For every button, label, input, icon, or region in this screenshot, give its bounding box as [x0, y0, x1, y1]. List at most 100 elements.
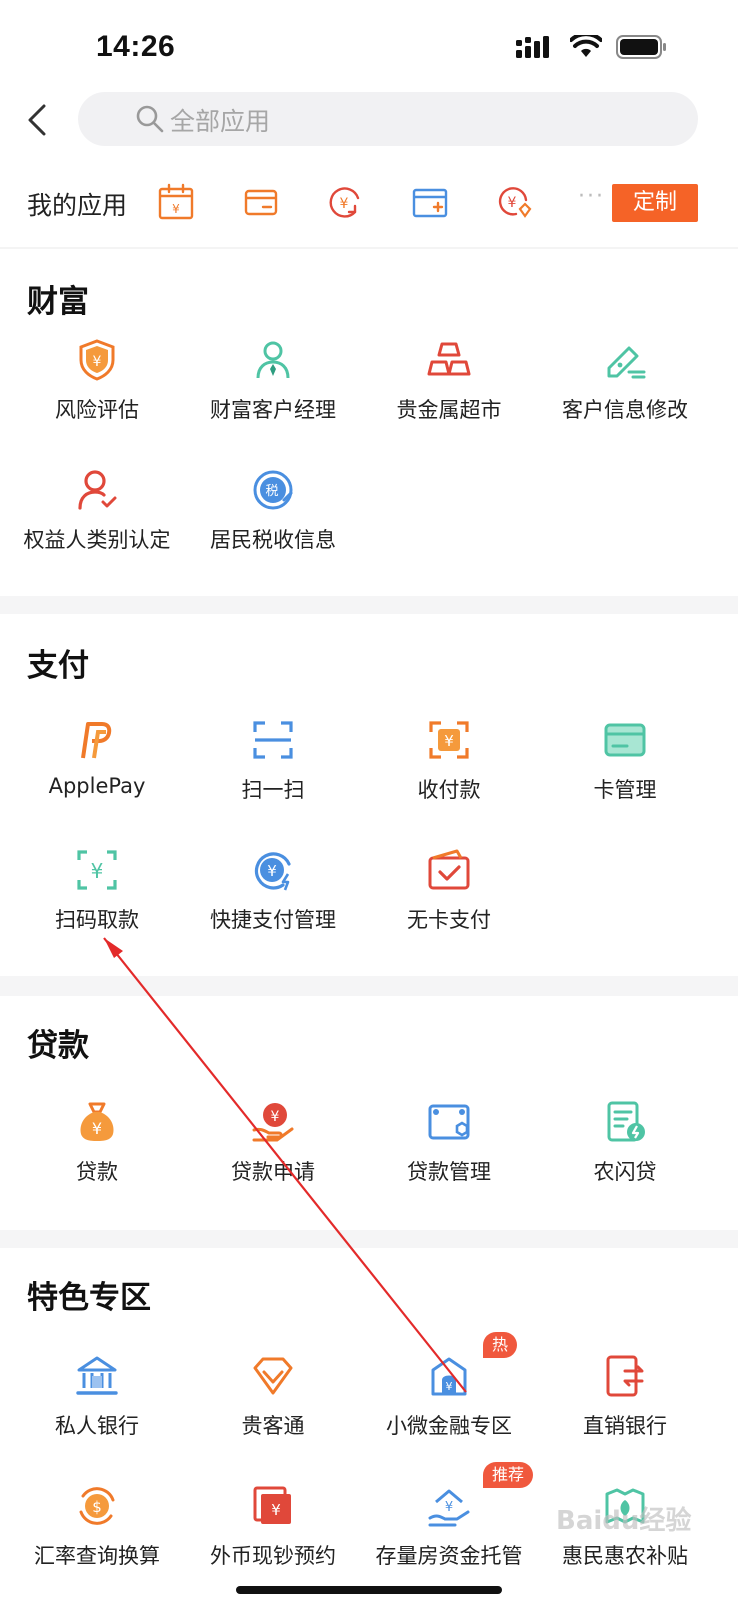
section-title: 财富 — [27, 284, 89, 320]
app-label: 居民税收信息 — [210, 528, 336, 552]
app-label: 汇率查询换算 — [34, 1544, 160, 1568]
card-icon[interactable] — [241, 182, 281, 222]
app-label: 财富客户经理 — [210, 398, 336, 422]
direct-bank-icon — [606, 1355, 644, 1397]
svg-text:¥: ¥ — [92, 1119, 102, 1138]
app-loan[interactable]: ¥ 贷款 — [9, 1100, 185, 1210]
svg-text:¥: ¥ — [446, 1380, 453, 1393]
app-label: 客户信息修改 — [562, 398, 688, 422]
quick-pay-icon: ¥ — [254, 852, 291, 891]
house-escrow-icon: ¥ — [428, 1489, 470, 1527]
app-forex-cash[interactable]: ¥ 外币现钞预约 — [185, 1484, 361, 1594]
app-loan-apply[interactable]: ¥ 贷款申请 — [185, 1100, 361, 1210]
cardless-pay-icon — [428, 849, 470, 890]
svg-text:¥: ¥ — [172, 202, 180, 216]
search-placeholder: 全部应用 — [170, 107, 271, 136]
app-scan[interactable]: 扫一扫 — [185, 718, 361, 828]
money-bag-icon: ¥ — [80, 1102, 114, 1141]
loan-manage-icon — [428, 1104, 470, 1140]
app-cardless-pay[interactable]: 无卡支付 — [361, 848, 537, 958]
app-vip-pass[interactable]: 贵客通 — [185, 1354, 361, 1464]
person-check-icon — [78, 470, 117, 510]
app-label: 贷款申请 — [231, 1160, 315, 1184]
scan-icon — [253, 721, 293, 759]
app-wealth-manager[interactable]: 财富客户经理 — [185, 338, 361, 448]
receive-pay-icon: ¥ — [429, 721, 469, 759]
app-label: 直销银行 — [583, 1414, 667, 1438]
section-title: 支付 — [27, 648, 89, 684]
app-label: 快捷支付管理 — [210, 908, 336, 932]
app-loan-manage[interactable]: 贷款管理 — [361, 1100, 537, 1210]
forex-cash-icon: ¥ — [253, 1486, 291, 1524]
svg-text:¥: ¥ — [508, 195, 517, 211]
app-tax-info[interactable]: 税 居民税收信息 — [185, 468, 361, 578]
svg-text:¥: ¥ — [444, 732, 454, 750]
app-customer-info-edit[interactable]: 客户信息修改 — [537, 338, 713, 448]
yen-tag-icon[interactable]: ¥ — [494, 182, 534, 222]
app-farm-loan[interactable]: 农闪贷 — [537, 1100, 713, 1210]
my-apps-row: 我的应用 ¥ ¥ ¥ ··· 定制 — [0, 178, 738, 230]
shield-yen-icon: ¥ — [79, 339, 115, 381]
status-icons — [516, 34, 668, 60]
app-risk-assessment[interactable]: ¥ 风险评估 — [9, 338, 185, 448]
back-button[interactable] — [20, 100, 56, 140]
signal-icon — [516, 36, 549, 58]
svg-text:¥: ¥ — [267, 862, 277, 880]
app-label: 外币现钞预约 — [210, 1544, 336, 1568]
edit-card-icon — [607, 346, 646, 379]
app-label: 贷款 — [76, 1160, 118, 1184]
section-title: 特色专区 — [27, 1280, 151, 1316]
micro-finance-icon: ¥ — [431, 1357, 467, 1396]
app-receive-pay[interactable]: ¥ 收付款 — [361, 718, 537, 828]
exchange-rate-icon: $ — [79, 1487, 115, 1525]
app-direct-bank[interactable]: 直销银行 — [537, 1354, 713, 1464]
status-time: 14:26 — [96, 30, 176, 63]
status-bar: 14:26 — [0, 0, 738, 88]
svg-text:¥: ¥ — [271, 1501, 281, 1519]
add-card-icon[interactable] — [410, 182, 450, 222]
svg-text:¥: ¥ — [91, 859, 104, 883]
chevron-left-icon — [28, 104, 46, 136]
svg-text:¥: ¥ — [445, 1500, 453, 1515]
app-label: 卡管理 — [593, 778, 657, 802]
search-row: 全部应用 — [0, 92, 738, 148]
gold-bars-icon — [427, 342, 471, 376]
app-card-management[interactable]: 卡管理 — [537, 718, 713, 828]
app-label: 私人银行 — [55, 1414, 139, 1438]
customize-button[interactable]: 定制 — [612, 184, 698, 222]
app-private-bank[interactable]: 私人银行 — [9, 1354, 185, 1464]
app-label: 存量房资金托管 — [375, 1544, 523, 1568]
app-beneficiary-category[interactable]: 权益人类别认定 — [9, 468, 185, 578]
home-indicator — [236, 1586, 502, 1594]
section-loan: 贷款 ¥ 贷款 ¥ 贷款申请 贷款管理 农闪贷 — [0, 996, 738, 1230]
app-micro-finance[interactable]: ¥ 热 小微金融专区 — [361, 1332, 537, 1464]
search-input[interactable]: 全部应用 — [78, 92, 698, 146]
more-icon[interactable]: ··· — [578, 184, 605, 209]
scan-yen-icon: ¥ — [77, 850, 117, 890]
bank-icon — [76, 1356, 118, 1395]
app-label: 惠民惠农补贴 — [562, 1544, 688, 1568]
app-label: 贵客通 — [241, 1414, 305, 1438]
divider — [0, 247, 738, 249]
card-icon — [604, 723, 646, 757]
app-precious-metals[interactable]: 贵金属超市 — [361, 338, 537, 448]
svg-text:¥: ¥ — [271, 1109, 280, 1125]
app-applepay[interactable]: ApplePay — [9, 718, 185, 828]
battery-icon — [616, 35, 666, 59]
app-label: 贷款管理 — [407, 1160, 491, 1184]
svg-text:$: $ — [92, 1498, 102, 1516]
app-exchange-rate[interactable]: $ 汇率查询换算 — [9, 1484, 185, 1594]
calendar-yen-icon[interactable]: ¥ — [156, 182, 196, 222]
app-label: 扫码取款 — [55, 908, 139, 932]
section-payment: 支付 ApplePay 扫一扫 ¥ 收付款 卡管理 ¥ 扫码取款 ¥ 快捷支付管… — [0, 614, 738, 976]
my-apps-label: 我的应用 — [27, 191, 128, 220]
app-quick-pay[interactable]: ¥ 快捷支付管理 — [185, 848, 361, 958]
app-label: 小微金融专区 — [386, 1414, 512, 1438]
app-house-escrow[interactable]: ¥ 推荐 存量房资金托管 — [361, 1462, 537, 1594]
transfer-yen-icon[interactable]: ¥ — [325, 182, 365, 222]
hot-badge: 热 — [483, 1332, 518, 1358]
app-label: 贵金属超市 — [396, 398, 502, 422]
manager-icon — [256, 341, 290, 379]
app-scan-withdraw[interactable]: ¥ 扫码取款 — [9, 848, 185, 958]
section-featured: 特色专区 私人银行 贵客通 ¥ 热 小微金融专区 直销银行 $ 汇率查询换算 ¥… — [0, 1248, 738, 1600]
